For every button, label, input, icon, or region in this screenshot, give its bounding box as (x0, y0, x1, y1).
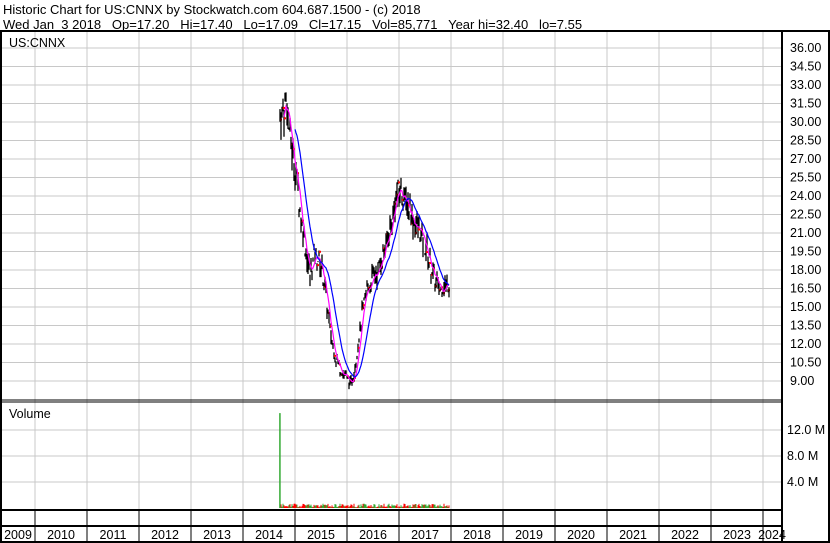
price-tick-label: 33.00 (790, 78, 821, 92)
price-tick-label: 9.00 (790, 374, 814, 388)
volume-tick-label: 12.0 M (787, 423, 825, 437)
close-mark (317, 264, 319, 267)
price-tick-label: 22.50 (790, 208, 821, 222)
price-tick-label: 13.50 (790, 319, 821, 333)
year-label: 2011 (100, 528, 127, 542)
close-mark (319, 250, 321, 253)
symbol-label: US:CNNX (9, 36, 66, 50)
price-tick-label: 18.00 (790, 263, 821, 277)
volume-tick-label: 8.0 M (787, 449, 818, 463)
year-label: 2023 (723, 528, 751, 542)
stock-chart-window: Historic Chart for US:CNNX by Stockwatch… (0, 0, 830, 543)
year-label: 2012 (151, 528, 179, 542)
year-label: 2019 (515, 528, 543, 542)
volume-label: Volume (9, 407, 51, 421)
price-tick-label: 28.50 (790, 134, 821, 148)
price-volume-chart: 36.00 34.50 33.00 31.50 30.00 28.50 27.00 25.50… (0, 30, 830, 543)
year-label: 2020 (567, 528, 595, 542)
year-label: 2013 (203, 528, 231, 542)
year-label: 2021 (619, 528, 647, 542)
price-tick-label: 31.50 (790, 97, 821, 111)
price-tick-label: 36.00 (790, 41, 821, 55)
price-tick-label: 34.50 (790, 60, 821, 74)
close-mark (283, 106, 285, 109)
price-tick-label: 19.50 (790, 245, 821, 259)
year-label: 2015 (307, 528, 335, 542)
year-label: 2016 (359, 528, 387, 542)
close-mark (334, 354, 336, 357)
year-label: 2018 (463, 528, 491, 542)
price-tick-label: 30.00 (790, 115, 821, 129)
volume-tick-label: 4.0 M (787, 475, 818, 489)
price-tick-label: 16.50 (790, 282, 821, 296)
year-label: 2014 (255, 528, 283, 542)
year-label: 2010 (47, 528, 75, 542)
price-tick-label: 24.00 (790, 189, 821, 203)
year-label: 2022 (671, 528, 699, 542)
price-tick-label: 12.00 (790, 337, 821, 351)
price-tick-label: 25.50 (790, 171, 821, 185)
chart-border (0, 30, 830, 543)
year-label: 2017 (411, 528, 439, 542)
year-label: 2009 (4, 528, 32, 542)
price-tick-label: 27.00 (790, 152, 821, 166)
price-tick-label: 21.00 (790, 226, 821, 240)
price-tick-label: 15.00 (790, 300, 821, 314)
close-mark (284, 117, 286, 120)
close-mark (398, 181, 400, 184)
price-tick-label: 10.50 (790, 356, 821, 370)
